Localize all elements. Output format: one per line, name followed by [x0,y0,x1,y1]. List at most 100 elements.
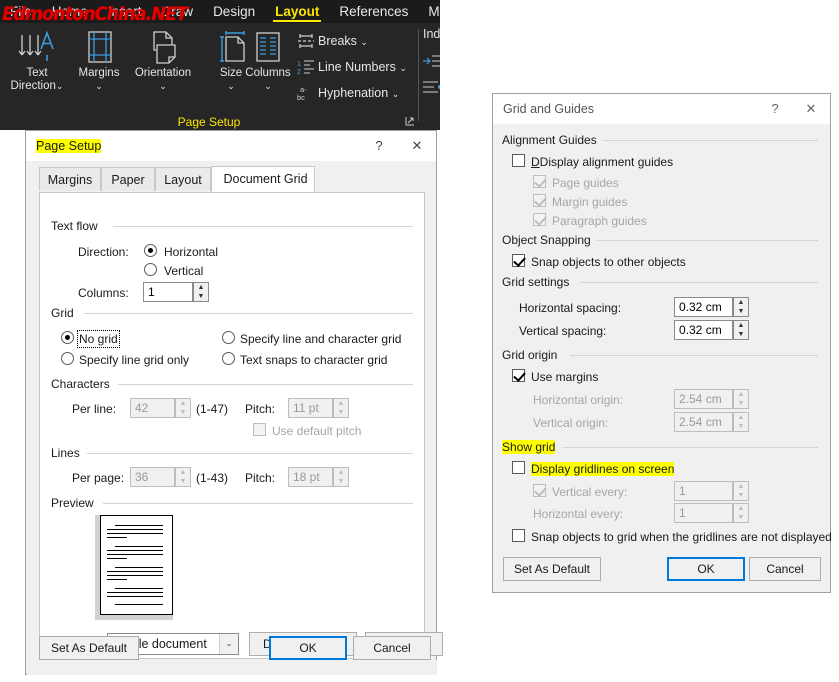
vertical-origin-input[interactable] [674,412,733,432]
chevron-down-icon[interactable]: ⌄ [56,81,64,91]
spin-down-icon[interactable]: ▼ [734,307,748,316]
per-line-input[interactable] [130,398,175,418]
chevron-down-icon[interactable]: ⌄ [399,63,407,73]
radio-vertical[interactable] [144,263,157,276]
radio-horizontal[interactable] [144,244,157,257]
spin-up-icon[interactable]: ▲ [734,504,748,513]
svg-text:1: 1 [297,61,301,68]
text-flow-group-label: Text flow [51,219,103,233]
vertical-spacing-spinner[interactable]: ▲ ▼ [733,320,749,340]
tab-design[interactable]: Design [203,0,265,23]
spin-down-icon[interactable]: ▼ [734,513,748,522]
set-as-default-button[interactable]: Set As Default [39,636,139,660]
horizontal-origin-input[interactable] [674,389,733,409]
spin-down-icon[interactable]: ▼ [176,408,190,417]
columns-button[interactable]: Columns ⌄ [232,27,304,99]
per-page-input[interactable] [130,467,175,487]
chevron-down-icon[interactable]: ⌄ [219,634,238,654]
grid-group-label: Grid [51,306,79,320]
close-icon[interactable]: ✕ [402,131,432,161]
use-margins-checkbox[interactable] [512,369,525,382]
margins-button[interactable]: Margins ⌄ [68,27,130,99]
grid-cancel-button[interactable]: Cancel [749,557,821,581]
vertical-origin-spinner[interactable]: ▲ ▼ [733,412,749,432]
horizontal-every-spinner[interactable]: ▲ ▼ [733,503,749,523]
char-pitch-input[interactable] [288,398,333,418]
chevron-down-icon[interactable]: ⌄ [264,81,272,91]
grid-ok-button[interactable]: OK [667,557,745,581]
spin-up-icon[interactable]: ▲ [176,399,190,408]
snap-objects-to-grid-checkbox[interactable] [512,529,525,542]
text-direction-icon [6,29,68,67]
paragraph-guides-checkbox[interactable] [533,213,546,226]
close-icon[interactable]: ✕ [796,94,826,124]
line-numbers-button[interactable]: 1 2 Line Numbers ⌄ [296,55,407,79]
spin-up-icon[interactable]: ▲ [734,298,748,307]
spin-up-icon[interactable]: ▲ [734,413,748,422]
spin-down-icon[interactable]: ▼ [194,292,208,301]
help-icon[interactable]: ? [760,94,790,124]
spin-down-icon[interactable]: ▼ [334,408,348,417]
per-page-spinner[interactable]: ▲ ▼ [175,467,191,487]
tab-document-grid[interactable]: Document Grid [211,166,315,192]
horizontal-origin-spinner[interactable]: ▲ ▼ [733,389,749,409]
vertical-every-spinner[interactable]: ▲ ▼ [733,481,749,501]
use-default-pitch-checkbox[interactable] [253,423,266,436]
snap-objects-to-other-objects-checkbox[interactable] [512,254,525,267]
grid-set-as-default-button[interactable]: Set As Default [503,557,601,581]
columns-spinner[interactable]: ▲ ▼ [193,282,209,302]
breaks-button[interactable]: Breaks ⌄ [296,29,368,53]
tab-layout[interactable]: Layout [265,0,329,23]
chevron-down-icon[interactable]: ⌄ [360,37,368,47]
columns-input[interactable] [143,282,193,302]
spin-up-icon[interactable]: ▲ [734,482,748,491]
spin-down-icon[interactable]: ▼ [734,330,748,339]
document-grid-tab-panel: Text flow Direction: Horizontal Vertical… [39,192,443,659]
radio-specify-line-grid-only[interactable] [61,352,74,365]
spin-down-icon[interactable]: ▼ [734,399,748,408]
char-pitch-spinner[interactable]: ▲ ▼ [333,398,349,418]
display-alignment-guides-checkbox[interactable] [512,154,525,167]
spin-up-icon[interactable]: ▲ [734,390,748,399]
hyphenation-button[interactable]: a- bc Hyphenation ⌄ [296,81,399,105]
spin-up-icon[interactable]: ▲ [176,468,190,477]
tab-paper[interactable]: Paper [101,167,155,191]
spin-down-icon[interactable]: ▼ [176,477,190,486]
spin-up-icon[interactable]: ▲ [334,468,348,477]
spin-up-icon[interactable]: ▲ [734,321,748,330]
horizontal-every-input[interactable] [674,503,733,523]
radio-no-grid[interactable] [61,331,74,344]
page-setup-ok-button[interactable]: OK [269,636,347,660]
tab-layout[interactable]: Layout [155,167,211,191]
tab-mailings[interactable]: Ma [418,0,440,23]
vertical-spacing-input[interactable] [674,320,733,340]
vertical-every-input[interactable] [674,481,733,501]
radio-text-snaps-to-char-grid[interactable] [222,352,235,365]
chevron-down-icon[interactable]: ⌄ [95,81,103,91]
spin-down-icon[interactable]: ▼ [734,491,748,500]
spin-up-icon[interactable]: ▲ [334,399,348,408]
spin-down-icon[interactable]: ▼ [334,477,348,486]
page-setup-cancel-button[interactable]: Cancel [353,636,431,660]
text-direction-button[interactable]: Text Direction⌄ [6,27,68,99]
chevron-down-icon[interactable]: ⌄ [159,81,167,91]
line-pitch-spinner[interactable]: ▲ ▼ [333,467,349,487]
display-gridlines-label: Display gridlines on screen [531,462,675,476]
use-margins-label: Use margins [531,370,599,384]
page-guides-checkbox[interactable] [533,175,546,188]
radio-specify-line-and-char-grid[interactable] [222,331,235,344]
tab-margins[interactable]: Margins [39,167,101,191]
horizontal-spacing-spinner[interactable]: ▲ ▼ [733,297,749,317]
tab-references[interactable]: References [329,0,418,23]
margin-guides-checkbox[interactable] [533,194,546,207]
horizontal-spacing-input[interactable] [674,297,733,317]
spin-up-icon[interactable]: ▲ [194,283,208,292]
vertical-every-checkbox[interactable] [533,484,546,497]
orientation-button[interactable]: Orientation ⌄ [126,27,200,99]
chevron-down-icon[interactable]: ⌄ [392,89,400,99]
help-icon[interactable]: ? [364,131,394,161]
per-line-spinner[interactable]: ▲ ▼ [175,398,191,418]
spin-down-icon[interactable]: ▼ [734,422,748,431]
line-pitch-input[interactable] [288,467,333,487]
display-gridlines-checkbox[interactable] [512,461,525,474]
